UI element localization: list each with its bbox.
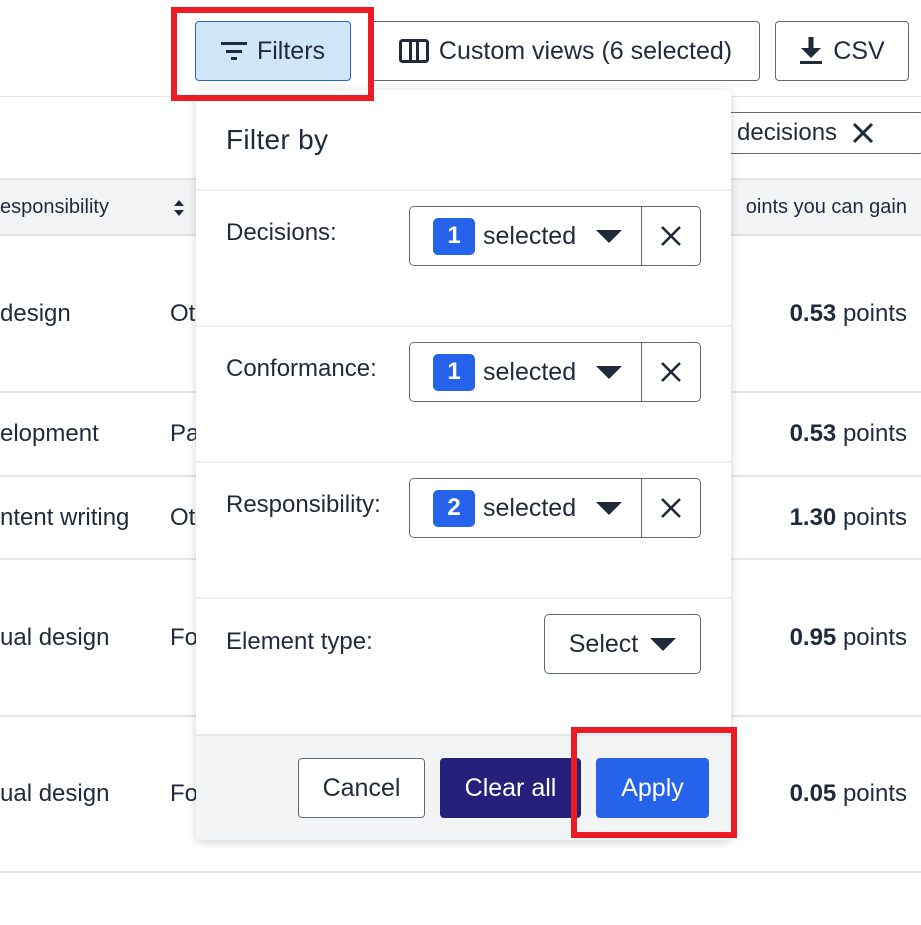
- responsibility-multiselect: 2 selected: [409, 478, 701, 538]
- divider: [196, 189, 731, 191]
- conformance-clear-button[interactable]: [642, 343, 700, 401]
- caret-down-icon: [596, 229, 623, 243]
- cell-col2: Pa: [170, 420, 200, 447]
- custom-views-label: Custom views (6 selected): [438, 36, 733, 65]
- column-header-points[interactable]: oints you can gain: [746, 196, 907, 219]
- close-icon: [661, 362, 681, 382]
- element-type-label: Element type:: [226, 628, 373, 655]
- cell-col2: Ot: [170, 300, 196, 327]
- divider: [196, 597, 731, 599]
- active-filter-chip[interactable]: decisions: [700, 112, 921, 154]
- cell-points: 1.30 points: [789, 504, 907, 531]
- selected-text: selected: [483, 493, 577, 522]
- selected-count-badge: 1: [433, 353, 475, 391]
- element-type-select[interactable]: Select: [544, 614, 701, 674]
- conformance-multiselect: 1 selected: [409, 342, 701, 402]
- columns-icon: [398, 39, 429, 63]
- cancel-button[interactable]: Cancel: [298, 758, 425, 818]
- chip-label: decisions: [737, 119, 838, 146]
- filter-panel: Filter by Decisions: 1 selected Conforma…: [196, 90, 731, 840]
- selected-text: selected: [483, 221, 577, 250]
- download-icon: [800, 37, 823, 64]
- responsibility-dropdown[interactable]: 2 selected: [410, 479, 642, 537]
- cell-responsibility: elopment: [0, 420, 99, 447]
- custom-views-button[interactable]: Custom views (6 selected): [371, 21, 760, 81]
- caret-down-icon: [596, 365, 623, 379]
- selected-count-badge: 2: [433, 489, 475, 527]
- decisions-dropdown[interactable]: 1 selected: [410, 207, 642, 265]
- selected-count-badge: 1: [433, 217, 475, 255]
- cell-points: 0.05 points: [789, 780, 907, 807]
- cell-responsibility: ual design: [0, 624, 110, 651]
- cell-col2: Fo: [170, 624, 199, 651]
- close-icon: [661, 498, 681, 518]
- close-icon: [661, 226, 681, 246]
- csv-label: CSV: [833, 36, 885, 65]
- cell-responsibility: ntent writing: [0, 504, 130, 531]
- cell-points: 0.53 points: [789, 420, 907, 447]
- sort-icon[interactable]: [172, 198, 186, 218]
- filter-icon: [220, 42, 247, 60]
- responsibility-clear-button[interactable]: [642, 479, 700, 537]
- cell-col2: Ot: [170, 504, 196, 531]
- selected-text: selected: [483, 357, 577, 386]
- filters-label: Filters: [256, 36, 326, 65]
- cell-points: 0.53 points: [789, 300, 907, 327]
- caret-down-icon: [650, 637, 677, 651]
- select-value: Select: [568, 629, 639, 658]
- cell-col2: Fo: [170, 780, 199, 807]
- panel-title: Filter by: [226, 124, 329, 155]
- csv-download-button[interactable]: CSV: [775, 21, 909, 81]
- divider: [196, 325, 731, 327]
- close-icon[interactable]: [851, 121, 875, 145]
- panel-footer: Cancel Clear all Apply: [196, 734, 731, 840]
- conformance-dropdown[interactable]: 1 selected: [410, 343, 642, 401]
- decisions-label: Decisions:: [226, 219, 337, 246]
- caret-down-icon: [596, 501, 623, 515]
- cell-responsibility: ual design: [0, 780, 110, 807]
- filters-button[interactable]: Filters: [195, 21, 351, 81]
- apply-button[interactable]: Apply: [596, 758, 709, 818]
- conformance-label: Conformance:: [226, 355, 377, 382]
- cell-responsibility: design: [0, 300, 71, 327]
- divider: [196, 461, 731, 463]
- responsibility-label: Responsibility:: [226, 491, 381, 518]
- column-header-responsibility[interactable]: esponsibility: [0, 196, 109, 219]
- decisions-clear-button[interactable]: [642, 207, 700, 265]
- clear-all-button[interactable]: Clear all: [440, 758, 581, 818]
- cell-points: 0.95 points: [789, 624, 907, 651]
- decisions-multiselect: 1 selected: [409, 206, 701, 266]
